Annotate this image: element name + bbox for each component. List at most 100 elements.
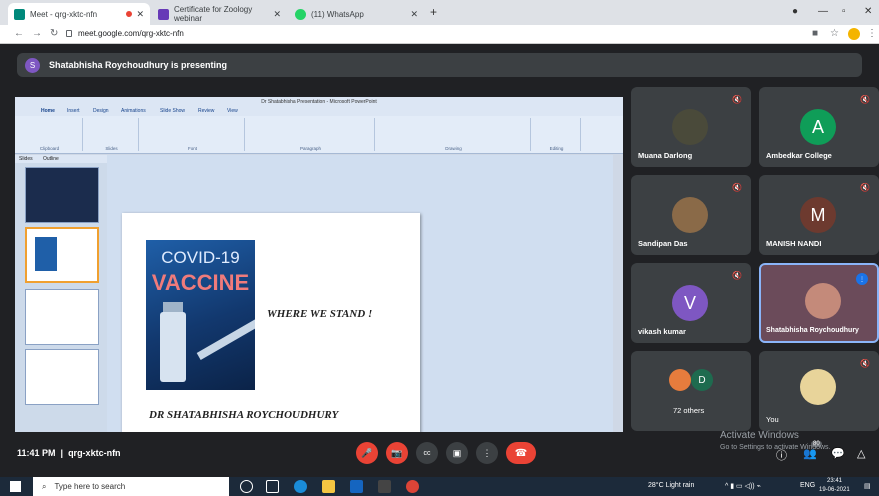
mic-off-icon: 🔇 — [860, 359, 870, 368]
captions-button[interactable]: cc — [416, 442, 438, 464]
ppt-panel-tabs: Slides Outline — [15, 155, 107, 163]
url-field[interactable]: meet.google.com/qrg-xktc-nfn — [78, 29, 184, 38]
ppt-ribbon: Clipboard Slides Font Paragraph Drawing … — [15, 116, 623, 154]
lock-icon — [66, 30, 72, 37]
close-tab-icon[interactable]: ✕ — [273, 9, 281, 20]
whatsapp-favicon-icon — [295, 8, 306, 20]
taskbar-search[interactable]: ⌕ Type here to search — [33, 477, 229, 496]
ppt-tab: Home — [41, 108, 55, 114]
mic-off-icon: 🔇 — [860, 95, 870, 104]
participant-tile-self[interactable]: 🔇 You — [759, 351, 879, 431]
tab-certificate[interactable]: Certificate for Zoology webinar ✕ — [152, 3, 287, 25]
close-tab-icon[interactable]: ✕ — [136, 9, 144, 20]
ppt-title-bar: Dr Shatabhisha Presentation - Microsoft … — [15, 97, 623, 107]
slide-thumbnail[interactable]: 1 — [25, 167, 99, 223]
participant-tile[interactable]: 🔇 Muana Darlong — [631, 87, 751, 167]
participant-tile[interactable]: 🔇 Sandipan Das — [631, 175, 751, 255]
activities-icon[interactable]: △ — [857, 447, 865, 460]
covid-vaccine-image: COVID-19 VACCINE — [146, 240, 255, 390]
slide-thumbnail-selected[interactable]: 2 — [25, 227, 99, 283]
ribbon-group-font: Font — [141, 118, 245, 151]
ppt-tab: Insert — [67, 108, 80, 114]
tab-label: Meet - qrg-xktc-nfn — [30, 9, 98, 19]
menu-dots-icon[interactable]: ⋮ — [867, 28, 877, 39]
task-view-icon[interactable] — [266, 480, 279, 493]
edge-icon[interactable] — [294, 480, 307, 493]
participant-tile[interactable]: 🔇 V vikash kumar — [631, 263, 751, 343]
ppt-tab: Slide Show — [160, 108, 186, 114]
tab-label: (11) WhatsApp — [311, 9, 364, 19]
tab-meet[interactable]: Meet - qrg-xktc-nfn ✕ — [8, 3, 150, 25]
maximize-icon[interactable]: ▫ — [842, 6, 846, 17]
windows-start-icon[interactable] — [10, 481, 21, 492]
ribbon-group-drawing: Drawing — [377, 118, 531, 151]
leave-call-button[interactable]: ☎ — [506, 442, 536, 464]
close-tab-icon[interactable]: ✕ — [410, 9, 418, 20]
minimize-icon[interactable]: — — [818, 6, 828, 17]
participant-tile-speaking[interactable]: ⋮ Shatabhisha Roychoudhury — [759, 263, 879, 343]
participant-avatar: M — [800, 197, 836, 233]
mic-off-icon: 🔇 — [732, 183, 742, 192]
store-icon[interactable] — [378, 480, 391, 493]
notification-icon[interactable]: ▤ — [864, 482, 871, 490]
weather-text[interactable]: 28°C Light rain — [648, 482, 694, 489]
back-arrow-icon[interactable]: ← — [14, 28, 24, 39]
participant-avatar: D — [691, 369, 713, 391]
meet-stage: S Shatabhisha Roychoudhury is presenting… — [0, 44, 879, 474]
participant-photo — [672, 197, 708, 233]
camera-icon[interactable]: ■ — [812, 28, 818, 39]
mail-icon[interactable] — [350, 480, 363, 493]
mic-off-icon: 🔇 — [732, 95, 742, 104]
file-explorer-icon[interactable] — [322, 480, 335, 493]
slide-subtitle: WHERE WE STAND ! — [267, 308, 373, 320]
ribbon-group-editing: Editing — [533, 118, 581, 151]
bookmark-star-icon[interactable]: ☆ — [830, 28, 839, 39]
address-bar: ← → ↻ meet.google.com/qrg-xktc-nfn ■ ☆ ⋮ — [0, 25, 879, 44]
clock-time[interactable]: 23:41 — [827, 478, 842, 484]
ppt-tab: Design — [93, 108, 109, 114]
activate-windows-sub: Go to Settings to activate Windows. — [720, 444, 831, 451]
mic-toggle-button[interactable]: 🎤 — [356, 442, 378, 464]
close-window-icon[interactable]: ✕ — [864, 6, 872, 17]
slide-author: DR SHATABHISHA ROYCHOUDHURY — [149, 409, 339, 421]
participant-tile[interactable]: 🔇 A Ambedkar College — [759, 87, 879, 167]
presenting-text: Shatabhisha Roychoudhury is presenting — [49, 60, 228, 70]
profile-avatar[interactable] — [848, 28, 860, 40]
new-tab-button[interactable]: + — [430, 5, 437, 19]
participant-photo — [800, 369, 836, 405]
shared-screen: Dr Shatabhisha Presentation - Microsoft … — [15, 97, 623, 467]
windows-taskbar: ⌕ Type here to search 28°C Light rain ^ … — [0, 477, 879, 496]
slide-thumbnail[interactable]: 3 — [25, 289, 99, 345]
presenter-avatar: S — [25, 57, 40, 73]
ppt-slide-panel: Slides Outline 1 2 3 4 — [15, 155, 107, 455]
ppt-tab: Animations — [121, 108, 146, 114]
camera-toggle-button[interactable]: 📷 — [386, 442, 408, 464]
participant-avatar: A — [800, 109, 836, 145]
cortana-icon[interactable] — [240, 480, 253, 493]
participant-tile-others[interactable]: D 72 others — [631, 351, 751, 431]
tab-label: Certificate for Zoology webinar — [174, 5, 253, 23]
chat-icon[interactable]: 💬 — [831, 447, 845, 460]
meeting-time: 11:41 PM | qrg-xktc-nfn — [17, 448, 121, 458]
slide-thumbnail[interactable]: 4 — [25, 349, 99, 405]
clock-date[interactable]: 19-06-2021 — [819, 487, 850, 493]
reload-icon[interactable]: ↻ — [50, 28, 58, 39]
forward-arrow-icon[interactable]: → — [32, 28, 42, 39]
forms-favicon-icon — [158, 8, 169, 20]
participant-photo — [672, 109, 708, 145]
language-indicator[interactable]: ENG — [800, 482, 815, 489]
mic-off-icon: 🔇 — [860, 183, 870, 192]
ppt-tab: View — [227, 108, 238, 114]
presenting-banner: S Shatabhisha Roychoudhury is presenting — [17, 53, 862, 77]
more-options-button[interactable]: ⋮ — [476, 442, 498, 464]
ribbon-group-paragraph: Paragraph — [247, 118, 375, 151]
mic-off-icon: 🔇 — [732, 271, 742, 280]
search-icon: ⌕ — [42, 481, 47, 491]
present-button[interactable]: ▣ — [446, 442, 468, 464]
tray-icons[interactable]: ^ ▮ ▭ ◁)) ⌁ — [725, 482, 761, 490]
participant-photo — [669, 369, 691, 391]
chrome-icon[interactable] — [406, 480, 419, 493]
tab-whatsapp[interactable]: (11) WhatsApp ✕ — [289, 3, 424, 25]
participant-tile[interactable]: 🔇 M MANISH NANDI — [759, 175, 879, 255]
activate-windows-title: Activate Windows — [720, 430, 799, 441]
